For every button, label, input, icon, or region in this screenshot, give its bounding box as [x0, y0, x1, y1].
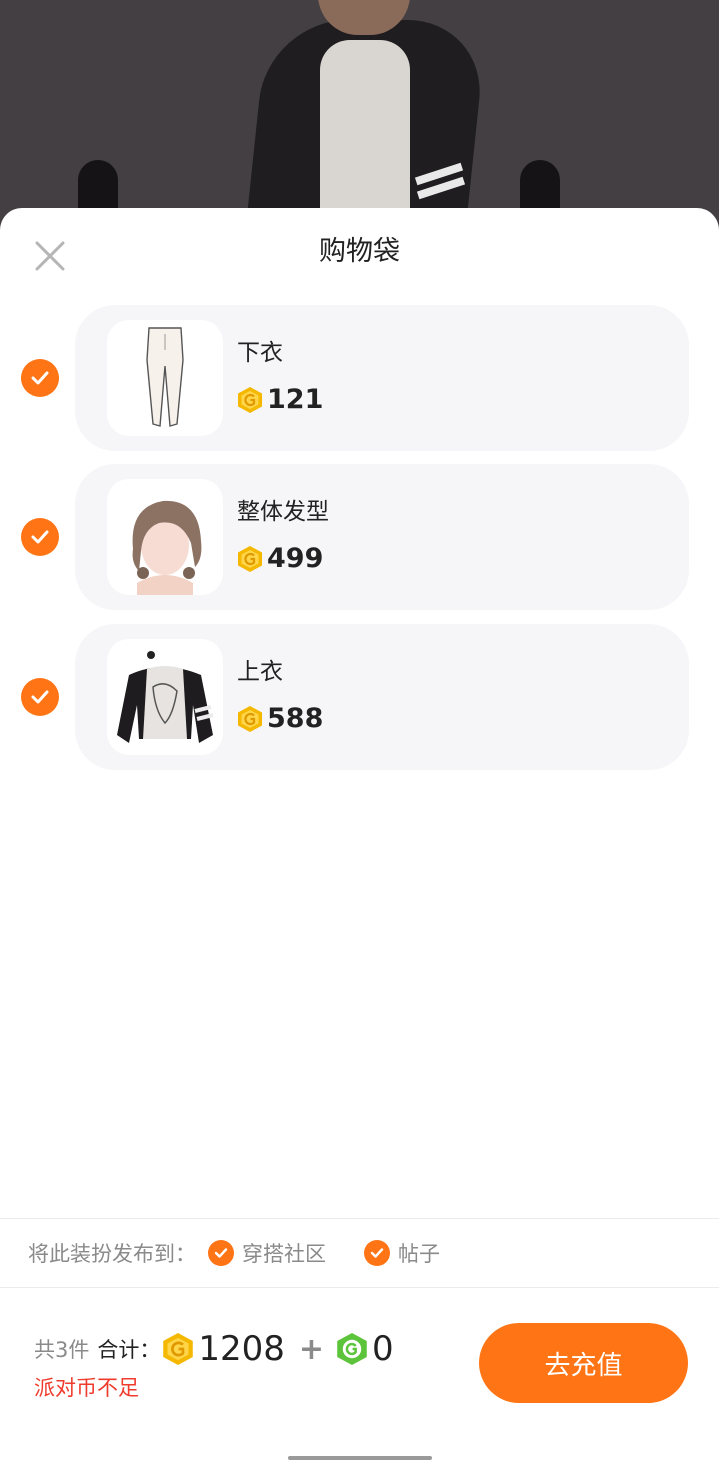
gold-coin-icon: [238, 387, 262, 413]
item-price: 121: [237, 383, 323, 417]
green-coin-icon: [337, 1333, 367, 1365]
divider: [0, 1287, 719, 1288]
item-checkbox[interactable]: [21, 518, 59, 556]
item-card[interactable]: 整体发型 499: [75, 464, 689, 610]
check-icon: [31, 690, 49, 704]
gold-total: 1208: [198, 1329, 285, 1369]
gold-coin-icon: [238, 546, 262, 572]
item-name: 上衣: [237, 659, 283, 685]
total-label: 合计：: [97, 1338, 161, 1362]
item-price-value: 588: [267, 703, 324, 734]
item-thumbnail: [107, 479, 223, 595]
item-card[interactable]: 上衣 588: [75, 624, 689, 770]
publish-option-post[interactable]: 帖子: [364, 1238, 440, 1268]
insufficient-balance-warning: 派对币不足: [34, 1376, 139, 1400]
check-icon: [364, 1240, 390, 1266]
item-checkbox[interactable]: [21, 678, 59, 716]
publish-option-label: 帖子: [398, 1242, 440, 1266]
item-name: 下衣: [237, 340, 283, 366]
item-price-value: 499: [267, 543, 324, 574]
item-price-value: 121: [267, 384, 324, 415]
publish-option-label: 穿搭社区: [242, 1242, 326, 1266]
item-name: 整体发型: [237, 499, 329, 525]
sheet-title: 购物袋: [319, 236, 400, 267]
item-count: 共3件: [34, 1338, 90, 1362]
item-checkbox[interactable]: [21, 359, 59, 397]
publish-option-community[interactable]: 穿搭社区: [208, 1238, 326, 1268]
order-summary: 共3件 合计： 1208 + 0 派对币不足: [34, 1328, 394, 1402]
green-total: 0: [372, 1329, 394, 1369]
plus-sign: +: [298, 1331, 325, 1367]
item-card[interactable]: 下衣 121: [75, 305, 689, 451]
gold-coin-icon: [238, 706, 262, 732]
avatar-preview: [0, 0, 719, 230]
item-price: 499: [237, 542, 323, 576]
top-image: [117, 651, 214, 743]
recharge-button[interactable]: 去充值: [479, 1323, 688, 1403]
item-thumbnail: [107, 639, 223, 755]
item-price: 588: [237, 702, 323, 736]
cart-item: 上衣 588: [0, 624, 719, 770]
pants-image: [146, 327, 184, 427]
publish-label: 将此装扮发布到：: [28, 1242, 196, 1266]
divider: [0, 1218, 719, 1219]
check-icon: [208, 1240, 234, 1266]
check-icon: [31, 530, 49, 544]
cart-item: 整体发型 499: [0, 464, 719, 610]
avatar-shirt-shape: [320, 40, 410, 230]
cart-item: 下衣 121: [0, 305, 719, 451]
hairstyle-image: [132, 500, 202, 595]
publish-options: 将此装扮发布到： 穿搭社区 帖子: [28, 1235, 440, 1271]
item-thumbnail: [107, 320, 223, 436]
gold-coin-icon: [163, 1333, 194, 1365]
check-icon: [31, 371, 49, 385]
home-indicator: [288, 1456, 432, 1460]
